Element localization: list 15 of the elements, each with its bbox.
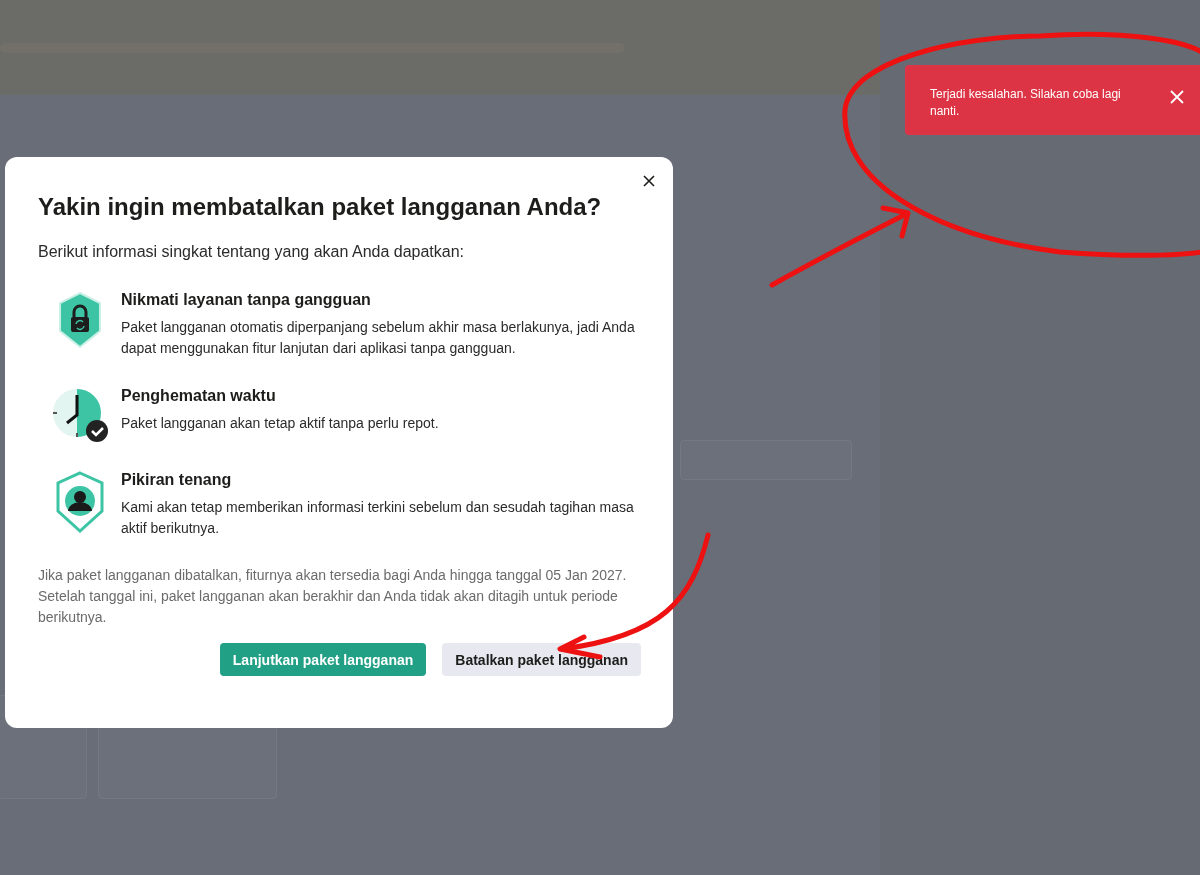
clock-check-icon: [50, 387, 109, 443]
cancellation-note: Jika paket langganan dibatalkan, fiturnya akan tersedia bagi Anda hingga tanggal 05 Jan 2027. Setelah tanggal ini, paket langganan akan berakhir dan Anda tidak akan ditagih untuk periode berikutnya.: [38, 566, 628, 627]
cancel-button[interactable]: Batalkan paket langganan: [442, 643, 641, 676]
benefit-title: Penghematan waktu: [121, 386, 277, 406]
benefit-title: Pikiran tenang: [121, 470, 233, 490]
lock-shield-icon: [57, 291, 102, 349]
benefit-title: Nikmati layanan tanpa gangguan: [121, 290, 372, 310]
benefit-text: Kami akan tetap memberikan informasi terkini sebelum dan sesudah tagihan masa aktif berikutnya.: [121, 498, 635, 538]
person-shield-icon: [55, 471, 104, 533]
dialog-title: Yakin ingin membatalkan paket langganan Anda?: [38, 192, 603, 222]
close-icon[interactable]: [643, 175, 655, 187]
benefit-text: Paket langganan akan tetap aktif tanpa perlu repot.: [121, 414, 440, 433]
error-message: Terjadi kesalahan. Silakan coba lagi nanti.: [930, 86, 1122, 120]
intro-text: Berikut informasi singkat tentang yang akan Anda dapatkan:: [38, 242, 466, 262]
benefit-text: Paket langganan otomatis diperpanjang sebelum akhir masa berlakunya, jadi Anda dapat menggunakan fitur lanjutan dari aplikasi tanpa gangguan.: [121, 318, 636, 358]
